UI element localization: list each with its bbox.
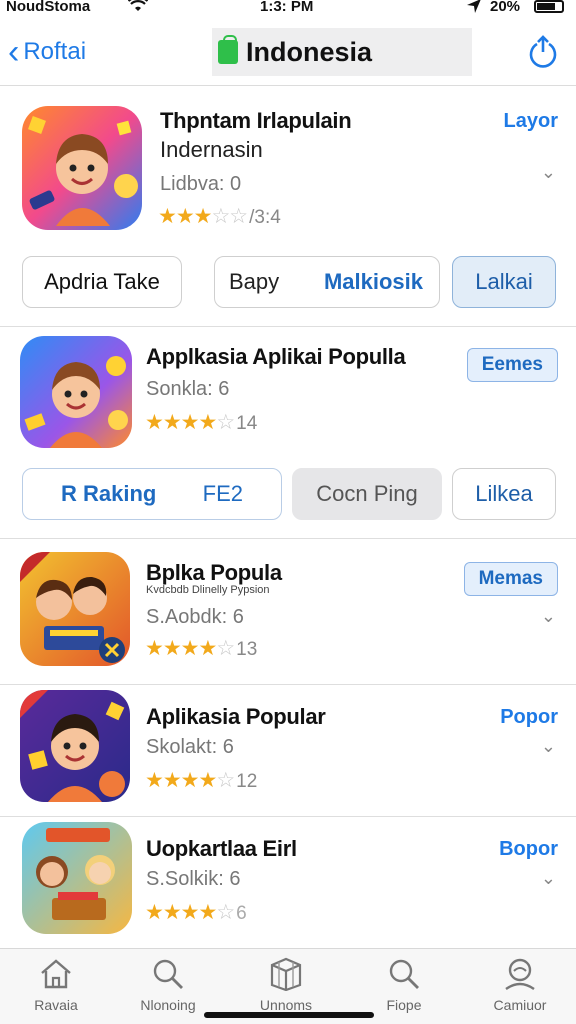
segment-label-accent: Malkiosik (323, 269, 423, 294)
get-button[interactable]: Bopor (499, 838, 558, 861)
segment-label: Lalkai (475, 269, 533, 294)
battery-icon (534, 0, 564, 13)
segment-label: Apdria Take (44, 269, 160, 294)
app-name: Uopkartlaa Eirl (146, 836, 297, 861)
segment-raking[interactable]: R Raking FE2 (22, 468, 282, 520)
star-rating: ★★★☆☆/3:4 (158, 205, 281, 228)
get-button[interactable]: Popor (500, 706, 558, 729)
tab-nlonoing[interactable]: Nlonoing (118, 957, 218, 1013)
app-icon (20, 690, 130, 802)
get-button[interactable]: Layor (504, 110, 558, 133)
app-meta: Sonkla: 6 (146, 378, 230, 400)
star-rating: ★★★★☆ 6 (145, 901, 247, 924)
app-icon (22, 822, 132, 934)
status-bar: NoudStoma 1:3: PM 20% (0, 0, 576, 18)
store-bag-icon (218, 35, 238, 64)
app-row[interactable]: Aplikasia Popular Skolakt: 6 ★★★★☆ 12 Pop… (0, 686, 576, 814)
app-name: Applkasia Aplikai Populla (146, 344, 406, 369)
chevron-left-icon: ‹ (8, 33, 20, 71)
segment-label: FE2 (202, 481, 243, 506)
divider (0, 816, 576, 817)
app-subtitle: Indernasin (160, 137, 263, 162)
home-icon (41, 959, 71, 989)
app-icon (20, 336, 132, 448)
carrier-label: NoudStoma (6, 0, 91, 15)
nav-title-area: Indonesia (212, 28, 472, 76)
star-rating: ★★★★☆ 14 (145, 411, 258, 434)
apps-icon (270, 957, 302, 991)
app-name: Bplka Popula (146, 560, 282, 585)
get-button[interactable]: Memas (463, 562, 558, 596)
page-title: Indonesia (246, 36, 373, 67)
tab-label: Ravaia (34, 997, 78, 1013)
search-icon (153, 959, 183, 989)
app-row[interactable]: Thpntam Irlapulain Indernasin Lidbva: 0 … (0, 96, 576, 246)
tab-label: Nlonoing (140, 997, 196, 1013)
tab-label: Camiuor (493, 997, 547, 1013)
chevron-down-icon[interactable]: ⌄ (541, 868, 556, 889)
app-name: Thpntam Irlapulain (160, 108, 352, 133)
battery-percent: 20% (490, 0, 521, 15)
segment-label: Lilkea (475, 481, 533, 506)
app-row[interactable]: Bplka Popula Kvdcbdb Dlinelly Pypsion S.… (0, 540, 576, 682)
tab-label: Fiope (386, 997, 422, 1013)
app-icon (22, 106, 142, 230)
segment-lilkea[interactable]: Lilkea (452, 468, 556, 520)
home-indicator (204, 1012, 374, 1018)
rating-count: 12 (236, 771, 258, 792)
rating-count: /3:4 (249, 207, 281, 228)
tab-unnoms[interactable]: Unnoms (236, 957, 336, 1013)
profile-icon (505, 958, 535, 990)
segment-bapy-malkiosik[interactable]: Bapy Malkiosik (214, 256, 440, 308)
divider (0, 326, 576, 327)
app-meta: Lidbva: 0 (160, 173, 242, 195)
segment-label: Cocn Ping (316, 481, 418, 506)
tab-label: Unnoms (259, 997, 313, 1013)
star-rating: ★★★★☆ 13 (145, 637, 258, 660)
navigation-bar: ‹ Roftai Indonesia (0, 24, 576, 86)
app-meta: Skolakt: 6 (146, 736, 234, 758)
divider (0, 684, 576, 685)
rating-count: 13 (236, 639, 258, 660)
rating-count: 14 (236, 413, 258, 434)
app-icon (20, 552, 130, 666)
app-row[interactable]: Uopkartlaa Eirl S.Solkik: 6 ★★★★☆ 6 Bopor… (0, 818, 576, 946)
app-meta: S.Aobdk: 6 (146, 606, 244, 628)
app-row[interactable]: Applkasia Aplikai Populla Sonkla: 6 ★★★★… (0, 328, 576, 458)
app-meta: S.Solkik: 6 (146, 868, 241, 890)
divider (0, 538, 576, 539)
rating-count: 6 (236, 903, 247, 924)
tab-fiope[interactable]: Fiope (354, 957, 454, 1013)
status-time: 1:3: PM (260, 0, 314, 15)
share-icon (529, 35, 557, 68)
wifi-icon (127, 0, 149, 18)
star-rating: ★★★★☆ 12 (145, 769, 258, 792)
chevron-down-icon[interactable]: ⌄ (541, 606, 556, 627)
app-tagline: Kvdcbdb Dlinelly Pypsion (146, 584, 270, 596)
share-button[interactable] (526, 34, 560, 68)
chevron-down-icon[interactable]: ⌄ (541, 736, 556, 757)
get-button[interactable]: Eemes (466, 348, 558, 382)
segment-cocn-ping[interactable]: Cocn Ping (292, 468, 442, 520)
location-icon (466, 0, 482, 18)
segment-label-accent: R Raking (61, 481, 157, 506)
segment-apdria-take[interactable]: Apdria Take (22, 256, 182, 308)
segment-label: Bapy (229, 269, 280, 294)
segment-lalkai[interactable]: Lalkai (452, 256, 556, 308)
back-button[interactable]: ‹ Roftai (8, 34, 86, 70)
tab-ravaia[interactable]: Ravaia (6, 957, 106, 1013)
chevron-down-icon[interactable]: ⌄ (541, 162, 556, 183)
tab-camiuor[interactable]: Camiuor (470, 957, 570, 1013)
app-name: Aplikasia Popular (146, 704, 326, 729)
search-icon (389, 959, 419, 989)
back-label: Roftai (23, 38, 87, 65)
